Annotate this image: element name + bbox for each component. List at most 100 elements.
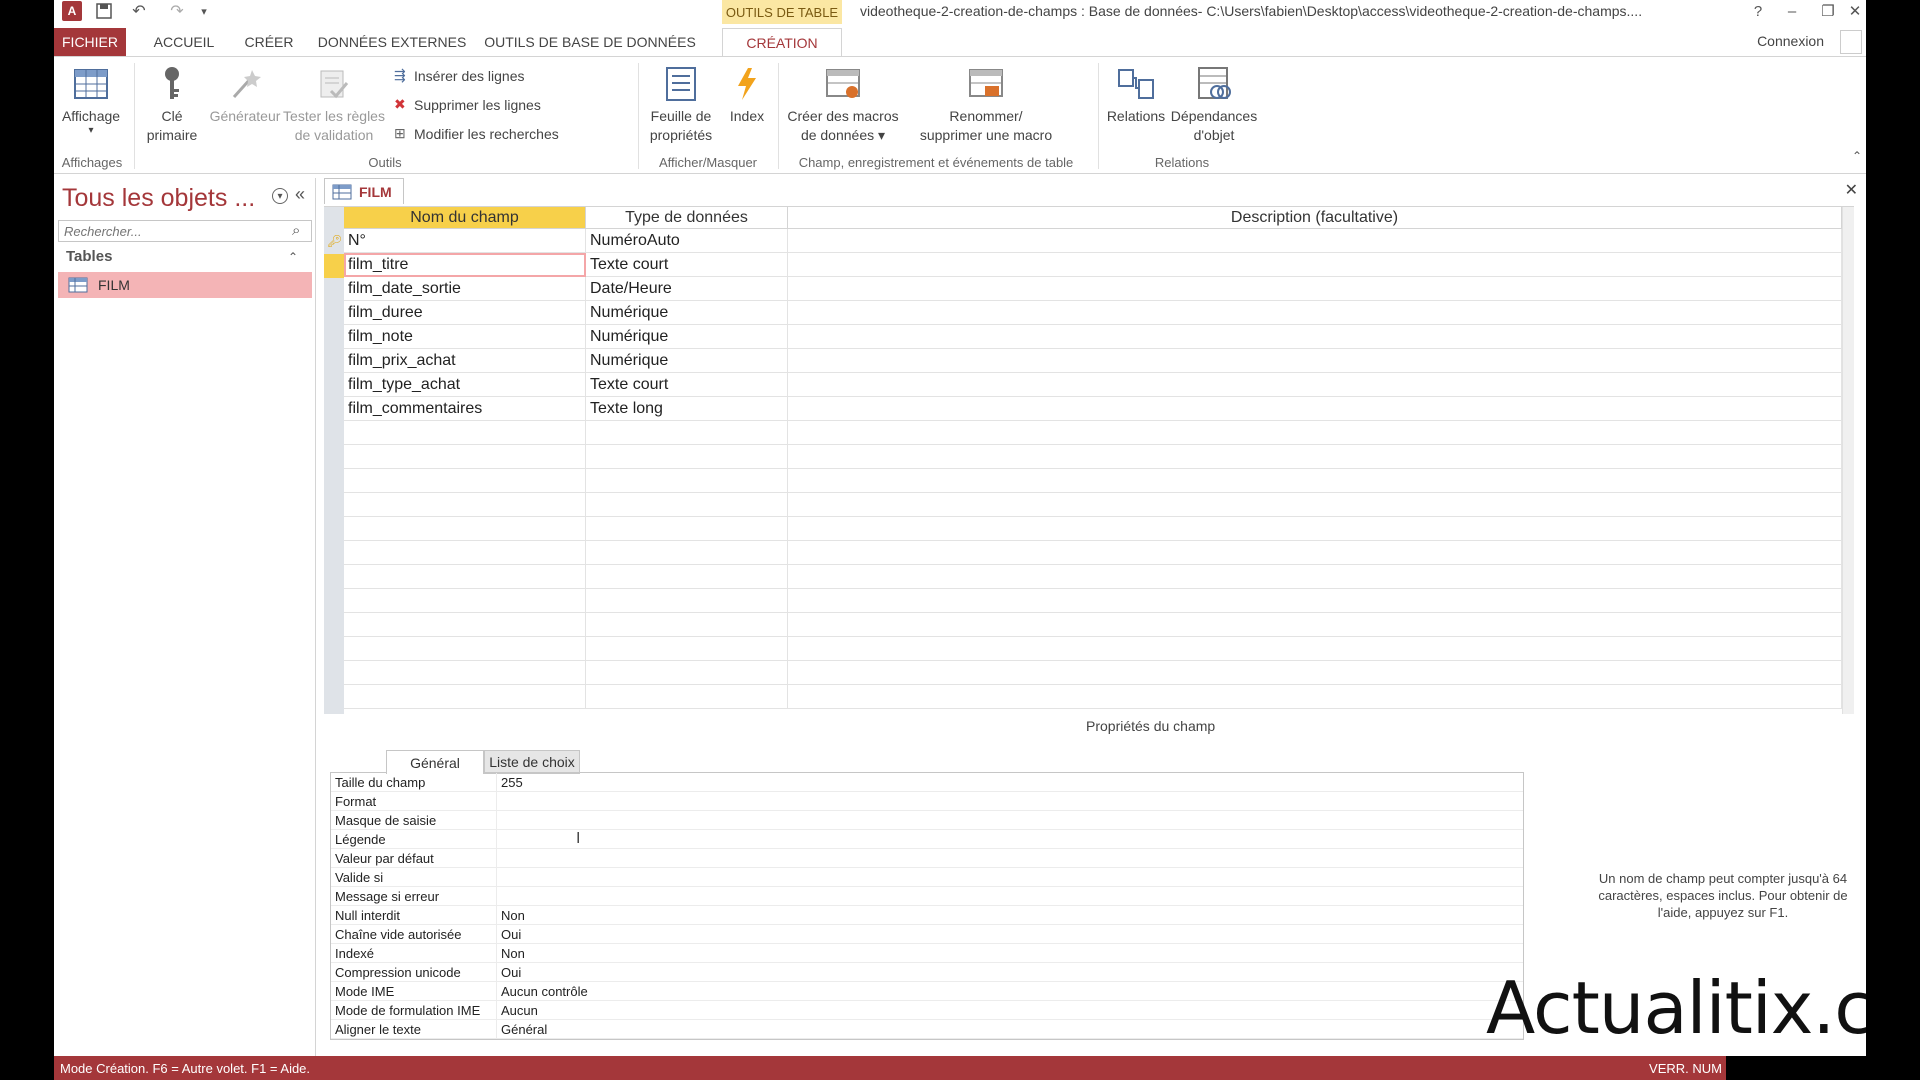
field-name-cell[interactable] [344,469,586,493]
field-name-cell[interactable]: film_note [344,325,586,349]
description-cell[interactable] [788,637,1842,661]
renommer-macro-button[interactable]: Renommer/ supprimer une macro [910,63,1062,145]
nav-search-input[interactable] [58,220,312,242]
property-row[interactable]: Aligner le texte Général [331,1020,1523,1039]
close-document-icon[interactable]: ✕ [1845,180,1858,200]
relations-button[interactable]: Relations [1100,63,1172,126]
supprimer-lignes-button[interactable]: ✖ Supprimer les lignes [394,96,541,113]
table-row[interactable]: film_titre Texte court [344,253,1854,277]
grid-vertical-scrollbar[interactable] [1842,207,1854,714]
table-row[interactable] [344,517,1854,541]
nav-item-film[interactable]: FILM [58,272,312,298]
property-row[interactable]: Valeur par défaut [331,849,1523,868]
data-type-cell[interactable] [586,445,788,469]
description-cell[interactable] [788,493,1842,517]
header-description[interactable]: Description (facultative) [788,207,1842,229]
tab-outils-bdd[interactable]: OUTILS DE BASE DE DONNÉES [484,28,696,56]
property-value[interactable]: Oui [501,925,521,944]
description-cell[interactable] [788,589,1842,613]
modifier-recherches-button[interactable]: ⊞ Modifier les recherches [394,125,559,142]
property-row[interactable]: Chaîne vide autorisée Oui [331,925,1523,944]
minimize-icon[interactable]: ‒ [1774,0,1810,22]
description-cell[interactable] [788,373,1842,397]
undo-icon[interactable]: ↶ [124,1,154,21]
description-cell[interactable] [788,325,1842,349]
field-name-cell[interactable] [344,493,586,517]
field-name-cell[interactable]: N° [344,229,586,253]
table-row[interactable] [344,421,1854,445]
table-row[interactable] [344,637,1854,661]
property-row[interactable]: Compression unicode Oui [331,963,1523,982]
nav-menu-dropdown-icon[interactable]: ▾ [272,188,288,204]
connexion-link[interactable]: Connexion [1757,33,1824,49]
description-cell[interactable] [788,397,1842,421]
inserer-lignes-button[interactable]: ⇶ Insérer des lignes [394,67,525,84]
description-cell[interactable] [788,445,1842,469]
description-cell[interactable] [788,685,1842,709]
tab-general[interactable]: Général [386,750,484,774]
collapse-section-icon[interactable]: ⌃ [288,250,298,264]
field-name-cell[interactable] [344,661,586,685]
redo-icon[interactable]: ↷ [162,1,192,21]
search-icon[interactable]: ⌕ [292,222,300,239]
data-type-cell[interactable] [586,421,788,445]
table-row[interactable]: film_commentaires Texte long [344,397,1854,421]
tab-fichier[interactable]: FICHIER [54,28,126,56]
data-type-cell[interactable] [586,565,788,589]
data-type-cell[interactable] [586,493,788,517]
field-name-cell[interactable]: film_prix_achat [344,349,586,373]
property-row[interactable]: Format [331,792,1523,811]
field-name-cell[interactable]: film_titre [344,253,586,277]
account-avatar[interactable] [1840,30,1862,54]
customize-qat-icon[interactable]: ▾ [196,1,212,21]
data-type-cell[interactable]: NuméroAuto [586,229,788,253]
help-icon[interactable]: ? [1740,0,1776,22]
table-row[interactable]: film_type_achat Texte court [344,373,1854,397]
current-row-selector[interactable] [324,254,344,278]
data-type-cell[interactable] [586,685,788,709]
data-type-cell[interactable] [586,469,788,493]
property-row[interactable]: Légende [331,830,1523,849]
description-cell[interactable] [788,469,1842,493]
field-name-cell[interactable]: film_type_achat [344,373,586,397]
tab-creer[interactable]: CRÉER [238,28,300,56]
data-type-cell[interactable] [586,613,788,637]
property-value[interactable]: Non [501,906,525,925]
description-cell[interactable] [788,565,1842,589]
table-row[interactable]: film_prix_achat Numérique [344,349,1854,373]
property-value[interactable]: 255 [501,773,523,792]
field-name-cell[interactable]: film_commentaires [344,397,586,421]
data-type-cell[interactable]: Texte long [586,397,788,421]
data-type-cell[interactable]: Numérique [586,301,788,325]
property-row[interactable]: Taille du champ 255 [331,773,1523,792]
index-button[interactable]: Index [722,63,772,126]
field-name-cell[interactable] [344,565,586,589]
field-name-cell[interactable]: film_date_sortie [344,277,586,301]
property-value[interactable]: Non [501,944,525,963]
field-name-cell[interactable] [344,517,586,541]
cle-primaire-button[interactable]: Clé primaire [136,63,208,145]
field-name-cell[interactable] [344,445,586,469]
feuille-proprietes-button[interactable]: Feuille de propriétés [640,63,722,145]
table-row[interactable]: N° NuméroAuto [344,229,1854,253]
table-row[interactable] [344,613,1854,637]
property-value[interactable]: Aucun [501,1001,538,1020]
header-data-type[interactable]: Type de données [586,207,788,229]
property-value[interactable]: Aucun contrôle [501,982,588,1001]
property-row[interactable]: Mode IME Aucun contrôle [331,982,1523,1001]
tab-liste-de-choix[interactable]: Liste de choix [484,750,580,774]
description-cell[interactable] [788,661,1842,685]
property-row[interactable]: Null interdit Non [331,906,1523,925]
data-type-cell[interactable] [586,541,788,565]
table-row[interactable]: film_note Numérique [344,325,1854,349]
table-row[interactable]: film_date_sortie Date/Heure [344,277,1854,301]
generateur-button[interactable]: Générateur [202,63,288,126]
description-cell[interactable] [788,229,1842,253]
tab-donnees-externes[interactable]: DONNÉES EXTERNES [316,28,468,56]
description-cell[interactable] [788,253,1842,277]
collapse-ribbon-icon[interactable]: ⌃ [1852,149,1862,163]
close-icon[interactable]: ✕ [1844,0,1866,22]
description-cell[interactable] [788,349,1842,373]
field-name-cell[interactable] [344,541,586,565]
data-type-cell[interactable]: Numérique [586,325,788,349]
